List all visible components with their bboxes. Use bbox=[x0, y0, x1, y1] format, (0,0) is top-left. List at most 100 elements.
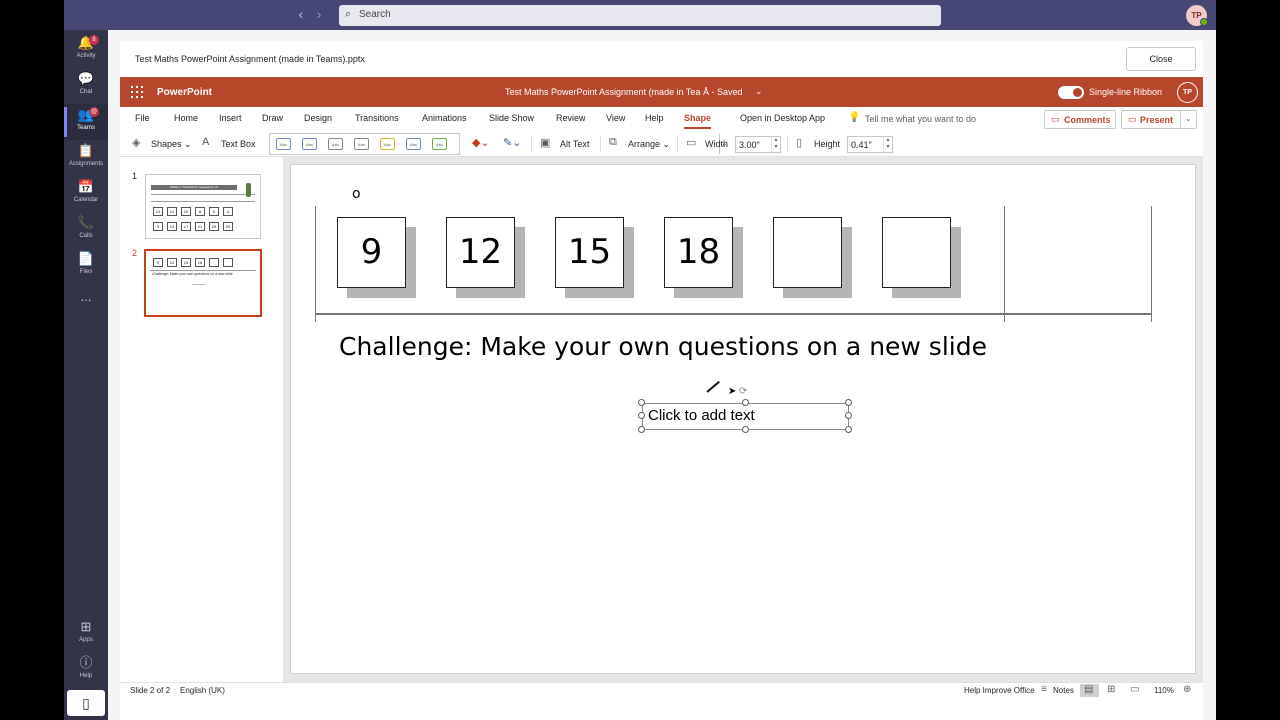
thumb-box: 9 bbox=[153, 222, 163, 231]
style-chip[interactable]: Abc bbox=[276, 138, 291, 150]
document-title[interactable]: Test Maths PowerPoint Assignment (made i… bbox=[505, 87, 743, 97]
width-stepper[interactable]: ▲ ▼ bbox=[771, 137, 780, 152]
style-chip[interactable]: Abc bbox=[406, 138, 421, 150]
tab-home[interactable]: Home bbox=[174, 113, 198, 123]
resize-handle[interactable] bbox=[742, 399, 749, 406]
ppt-user-avatar[interactable]: TP bbox=[1177, 82, 1198, 103]
sequence-box-5[interactable] bbox=[773, 217, 842, 288]
close-button[interactable]: Close bbox=[1126, 47, 1196, 71]
width-label: Width bbox=[705, 139, 729, 149]
calendar-icon: 📅 bbox=[77, 179, 95, 194]
thumb-box: 18 bbox=[195, 258, 205, 267]
width-icon: ▭ bbox=[686, 137, 697, 149]
forward-arrow-icon[interactable]: › bbox=[312, 6, 326, 24]
rail-item-assignments[interactable]: 📋 Assignments bbox=[64, 140, 108, 176]
challenge-text[interactable]: Challenge: Make your own questions on a … bbox=[339, 332, 987, 361]
phone-icon: 📞 bbox=[77, 215, 95, 230]
thumb-box: 9 bbox=[153, 258, 163, 267]
resize-handle[interactable] bbox=[638, 399, 645, 406]
alt-text-button[interactable]: Alt Text bbox=[560, 139, 589, 149]
chevron-down-icon[interactable]: ⌄ bbox=[1185, 114, 1192, 123]
height-input[interactable]: 0.41" ▲ ▼ bbox=[847, 136, 893, 153]
slide-sorter-icon[interactable]: ⊞ bbox=[1107, 684, 1115, 695]
sequence-box-4[interactable]: 18 bbox=[664, 217, 733, 288]
teams-icon: 👥 bbox=[77, 107, 95, 122]
tab-slide-show[interactable]: Slide Show bbox=[489, 113, 534, 123]
text-box-placeholder[interactable]: Click to add text bbox=[648, 407, 755, 424]
comments-button[interactable]: ▭ Comments bbox=[1044, 110, 1116, 129]
rail-item-teams[interactable]: 👥 Teams @ bbox=[64, 104, 108, 140]
text-box-button[interactable]: Text Box bbox=[221, 139, 256, 149]
arrange-button[interactable]: Arrange ⌄ bbox=[628, 139, 670, 150]
resize-handle[interactable] bbox=[845, 399, 852, 406]
slide-position: Slide 2 of 2 bbox=[130, 686, 171, 695]
tab-animations[interactable]: Animations bbox=[422, 113, 467, 123]
chevron-down-icon[interactable]: ⌄ bbox=[755, 86, 763, 97]
back-arrow-icon[interactable]: ‹ bbox=[294, 6, 308, 24]
shape-outline-icon[interactable]: ✎⌄ bbox=[503, 136, 521, 149]
tab-review[interactable]: Review bbox=[556, 113, 586, 123]
shapes-button[interactable]: Shapes ⌄ bbox=[151, 139, 192, 150]
width-input[interactable]: 3.00" ▲ ▼ bbox=[735, 136, 781, 153]
rail-item-files[interactable]: 📄 Files bbox=[64, 248, 108, 284]
tab-transitions[interactable]: Transitions bbox=[355, 113, 399, 123]
rail-item-help[interactable]: ⓘ Help bbox=[64, 652, 108, 688]
language-indicator[interactable]: English (UK) bbox=[180, 686, 225, 695]
shape-fill-icon[interactable]: ◆⌄ bbox=[472, 136, 490, 149]
rail-item-apps[interactable]: ⊞ Apps bbox=[64, 616, 108, 652]
rail-item-calendar[interactable]: 📅 Calendar bbox=[64, 176, 108, 212]
sequence-box-3[interactable]: 15 bbox=[555, 217, 624, 288]
tab-insert[interactable]: Insert bbox=[219, 113, 242, 123]
slide-thumbnail-2[interactable]: 9 12 15 18 Challenge: Make your own ques… bbox=[144, 249, 262, 317]
tab-draw[interactable]: Draw bbox=[262, 113, 283, 123]
resize-handle[interactable] bbox=[845, 426, 852, 433]
sequence-box-6[interactable] bbox=[882, 217, 951, 288]
resize-handle[interactable] bbox=[845, 412, 852, 419]
shape-styles-gallery[interactable]: Abc Abc Abc Abc Abc Abc Abc ⌄ bbox=[269, 133, 728, 155]
active-tab-indicator bbox=[684, 127, 711, 129]
style-chip[interactable]: Abc bbox=[380, 138, 395, 150]
rail-item-activity[interactable]: 🔔 Activity 8 bbox=[64, 32, 108, 68]
style-chip[interactable]: Abc bbox=[432, 138, 447, 150]
app-name[interactable]: PowerPoint bbox=[157, 87, 212, 98]
small-mark[interactable]: o bbox=[352, 186, 361, 202]
tab-shape[interactable]: Shape bbox=[684, 113, 711, 123]
device-icon[interactable]: ▯ bbox=[67, 690, 105, 716]
height-label: Height bbox=[814, 139, 841, 149]
single-line-ribbon-toggle[interactable] bbox=[1058, 86, 1084, 99]
style-chip[interactable]: Abc bbox=[328, 138, 343, 150]
style-chip[interactable]: Abc bbox=[302, 138, 317, 150]
arrange-icon: ⧉ bbox=[609, 136, 617, 148]
sequence-box-1[interactable]: 9 bbox=[337, 217, 406, 288]
resize-handle[interactable] bbox=[742, 426, 749, 433]
tab-file[interactable]: File bbox=[135, 113, 150, 123]
reading-view-icon[interactable]: ▭ bbox=[1130, 684, 1139, 695]
zoom-level[interactable]: 110% bbox=[1154, 686, 1174, 695]
rotate-handle-icon[interactable]: ⟳ bbox=[739, 386, 747, 397]
tell-me-search[interactable]: Tell me what you want to do bbox=[865, 114, 976, 124]
more-icon: ... bbox=[80, 289, 92, 304]
resize-handle[interactable] bbox=[638, 426, 645, 433]
tab-help[interactable]: Help bbox=[645, 113, 664, 123]
sequence-box-2[interactable]: 12 bbox=[446, 217, 515, 288]
rail-item-more[interactable]: ... bbox=[64, 286, 108, 322]
app-launcher-icon[interactable] bbox=[130, 85, 144, 99]
fit-to-window-icon[interactable]: ⊕ bbox=[1183, 684, 1191, 695]
search-input[interactable]: ⌕ Search bbox=[339, 5, 941, 26]
slide-thumbnail-1[interactable]: Addition / Subtraction Sequences (1) 14 … bbox=[145, 174, 261, 239]
tab-open-desktop[interactable]: Open in Desktop App bbox=[740, 113, 825, 123]
mouse-cursor-icon: ➤ bbox=[728, 386, 737, 397]
height-stepper[interactable]: ▲ ▼ bbox=[883, 137, 892, 152]
notes-button[interactable]: Notes bbox=[1053, 686, 1074, 695]
ink-stroke[interactable] bbox=[706, 380, 720, 393]
rail-item-calls[interactable]: 📞 Calls bbox=[64, 212, 108, 248]
resize-handle[interactable] bbox=[638, 412, 645, 419]
slide[interactable]: o 9 12 15 18 Challenge: Make your own qu… bbox=[290, 164, 1196, 674]
rail-item-chat[interactable]: 💬 Chat bbox=[64, 68, 108, 104]
search-icon: ⌕ bbox=[345, 8, 352, 20]
present-button[interactable]: ▭ Present ⌄ bbox=[1121, 110, 1197, 129]
style-chip[interactable]: Abc bbox=[354, 138, 369, 150]
tab-view[interactable]: View bbox=[606, 113, 625, 123]
tab-design[interactable]: Design bbox=[304, 113, 332, 123]
help-improve-office[interactable]: Help Improve Office bbox=[964, 686, 1035, 695]
